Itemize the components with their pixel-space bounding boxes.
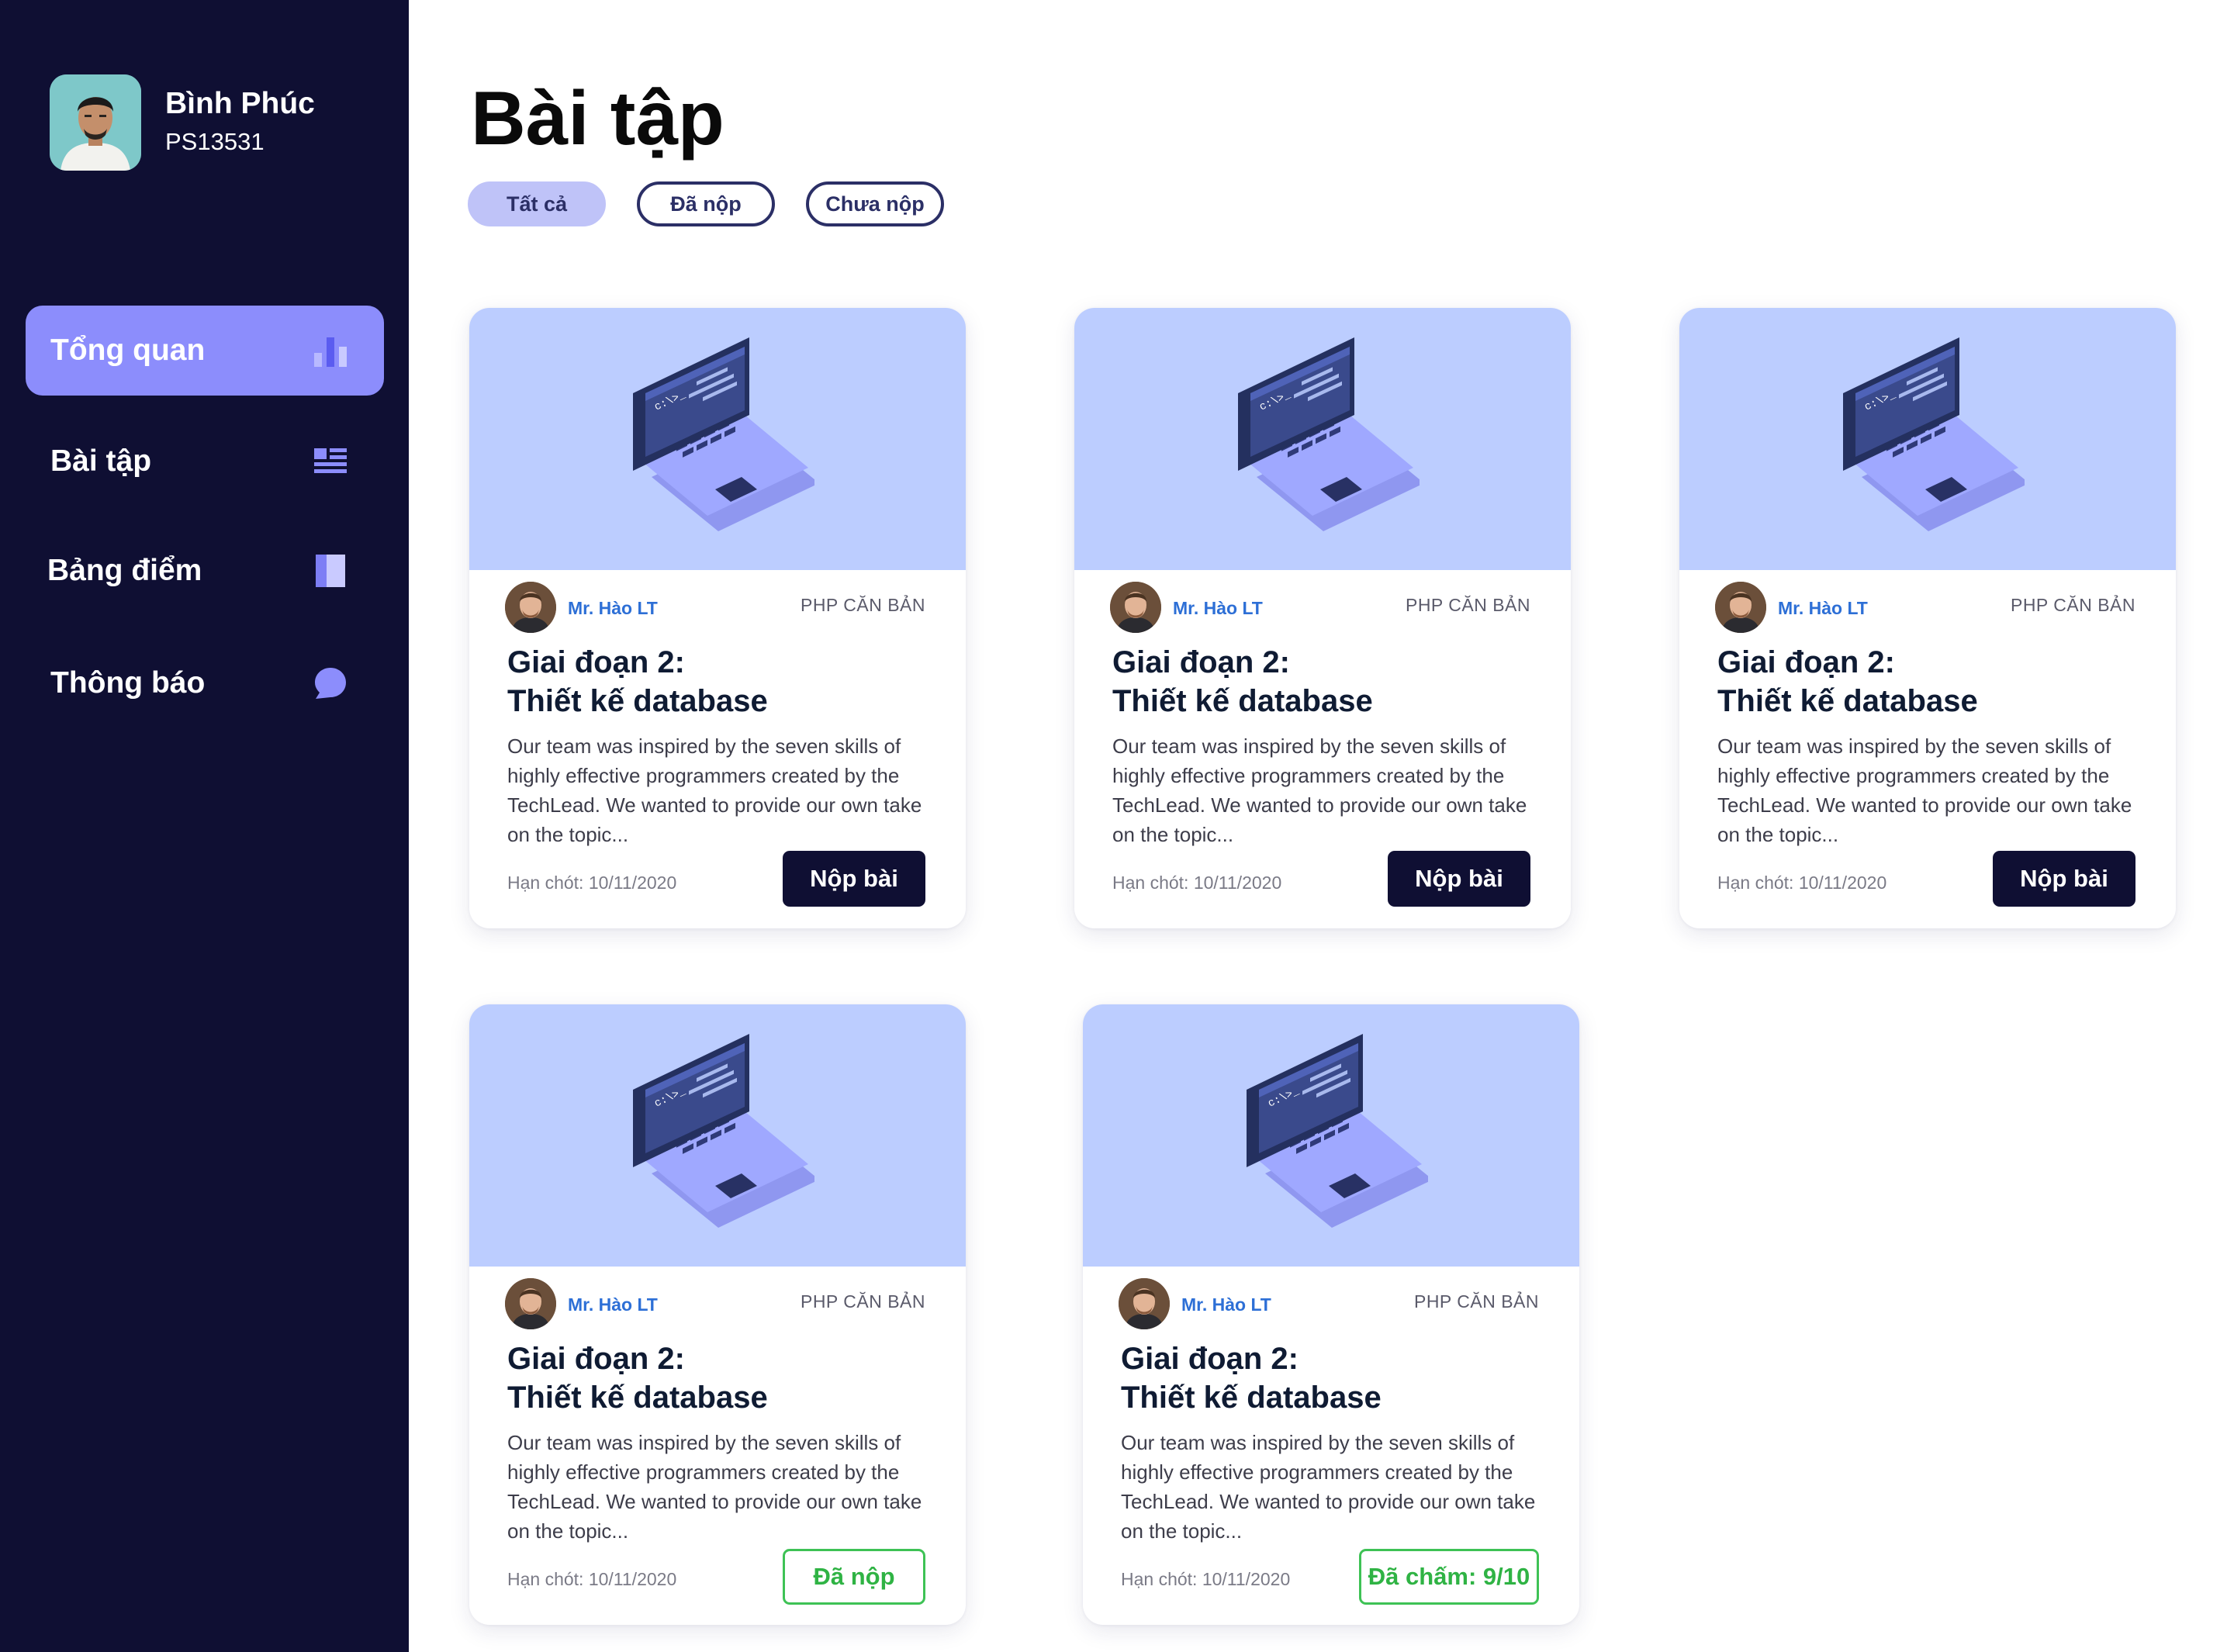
nav-item-assignments[interactable]: Bài tập (26, 416, 384, 506)
assignment-card[interactable]: c:\>_ Mr. Hào LT PHP CĂN BẢN Giai đoạn 2… (1083, 1004, 1579, 1625)
laptop-icon: c:\>_ (1247, 1034, 1428, 1228)
submit-button[interactable]: Nộp bài (1993, 851, 2135, 907)
assignment-title-line2: Thiết kế database (1112, 684, 1373, 718)
graded-status-button[interactable]: Đã chấm: 9/10 (1359, 1549, 1539, 1605)
assignment-card[interactable]: c:\>_ Mr. Hào LT PHP CĂN BẢN Giai đoạn 2… (1679, 308, 2176, 928)
card-illustration: c:\>_ (1074, 308, 1571, 570)
assignment-description: Our team was inspired by the seven skill… (1717, 734, 2132, 846)
assignment-title: Giai đoạn 2: Thiết kế database (507, 1339, 768, 1417)
deadline: Hạn chót: 10/11/2020 (507, 1569, 677, 1589)
submit-button[interactable]: Nộp bài (783, 851, 925, 907)
book-icon (313, 553, 348, 589)
laptop-icon: c:\>_ (1843, 337, 2025, 531)
card-illustration: c:\>_ (469, 308, 966, 570)
teacher-avatar (505, 582, 556, 633)
laptop-icon: c:\>_ (633, 1034, 814, 1228)
teacher-name[interactable]: Mr. Hào LT (568, 1294, 658, 1315)
card-illustration: c:\>_ (1083, 1004, 1579, 1267)
assignment-title: Giai đoạn 2: Thiết kế database (1717, 643, 1978, 721)
filter-not-submitted[interactable]: Chưa nộp (806, 181, 944, 226)
assignment-title-line1: Giai đoạn 2: (507, 645, 685, 679)
assignment-title-line2: Thiết kế database (507, 684, 768, 718)
teacher-avatar (1715, 582, 1766, 633)
laptop-icon: c:\>_ (633, 337, 814, 531)
teacher-avatar (505, 1278, 556, 1329)
assignment-title-line1: Giai đoạn 2: (1121, 1342, 1299, 1376)
assignment-title: Giai đoạn 2: Thiết kế database (1112, 643, 1373, 721)
sidebar: Bình Phúc PS13531 Tổng quan Bài tập Bảng… (0, 0, 409, 1652)
teacher-avatar (1110, 582, 1161, 633)
assignment-description: Our team was inspired by the seven skill… (507, 734, 922, 846)
teacher-name[interactable]: Mr. Hào LT (1778, 598, 1868, 619)
filter-submitted[interactable]: Đã nộp (637, 181, 775, 226)
deadline: Hạn chót: 10/11/2020 (1121, 1569, 1291, 1589)
subject-label: PHP CĂN BẢN (800, 595, 925, 615)
assignment-title-line2: Thiết kế database (1121, 1381, 1382, 1415)
teacher-name[interactable]: Mr. Hào LT (568, 598, 658, 619)
assignment-title-line1: Giai đoạn 2: (1112, 645, 1290, 679)
assignment-title: Giai đoạn 2: Thiết kế database (1121, 1339, 1382, 1417)
user-photo (50, 74, 141, 171)
teacher-name[interactable]: Mr. Hào LT (1181, 1294, 1271, 1315)
nav-item-transcript[interactable]: Bảng điểm (26, 526, 384, 616)
submitted-status-button[interactable]: Đã nộp (783, 1549, 925, 1605)
nav-item-label: Bảng điểm (47, 554, 202, 587)
submit-button[interactable]: Nộp bài (1388, 851, 1530, 907)
subject-label: PHP CĂN BẢN (1405, 595, 1530, 615)
assignment-title-line2: Thiết kế database (507, 1381, 768, 1415)
assignment-title-line1: Giai đoạn 2: (1717, 645, 1895, 679)
assignment-title-line2: Thiết kế database (1717, 684, 1978, 718)
deadline: Hạn chót: 10/11/2020 (1112, 873, 1282, 893)
assignment-description: Our team was inspired by the seven skill… (507, 1431, 922, 1543)
nav-item-overview[interactable]: Tổng quan (26, 306, 384, 396)
teacher-avatar (1119, 1278, 1170, 1329)
nav-item-notifications[interactable]: Thông báo (26, 638, 384, 728)
nav-item-label: Tổng quan (50, 334, 206, 367)
bar-chart-icon (313, 333, 348, 368)
page-title: Bài tập (471, 75, 724, 161)
teacher-name[interactable]: Mr. Hào LT (1173, 598, 1263, 619)
nav-item-label: Thông báo (50, 666, 206, 700)
deadline: Hạn chót: 10/11/2020 (1717, 873, 1887, 893)
card-illustration: c:\>_ (1679, 308, 2176, 570)
laptop-icon: c:\>_ (1238, 337, 1420, 531)
assignment-card[interactable]: c:\>_ Mr. Hào LT PHP CĂN BẢN Giai đoạn 2… (469, 1004, 966, 1625)
user-name: Bình Phúc (165, 87, 315, 120)
user-id: PS13531 (165, 128, 265, 155)
assignment-title: Giai đoạn 2: Thiết kế database (507, 643, 768, 721)
subject-label: PHP CĂN BẢN (800, 1291, 925, 1312)
assignment-description: Our team was inspired by the seven skill… (1121, 1431, 1536, 1543)
subject-label: PHP CĂN BẢN (2010, 595, 2135, 615)
assignment-description: Our team was inspired by the seven skill… (1112, 734, 1527, 846)
filter-all[interactable]: Tất cả (468, 181, 606, 226)
user-avatar[interactable] (50, 74, 141, 171)
assignment-card[interactable]: c:\>_ Mr. Hào LT PHP CĂN BẢN Giai đoạn 2… (1074, 308, 1571, 928)
chat-bubble-icon (313, 665, 348, 701)
list-icon (313, 444, 348, 479)
subject-label: PHP CĂN BẢN (1413, 1291, 1539, 1312)
deadline: Hạn chót: 10/11/2020 (507, 873, 677, 893)
assignment-card[interactable]: c:\>_ Mr. Hào LT PHP CĂN BẢN Giai đoạn 2… (469, 308, 966, 928)
assignment-title-line1: Giai đoạn 2: (507, 1342, 685, 1376)
card-illustration: c:\>_ (469, 1004, 966, 1267)
nav-item-label: Bài tập (50, 444, 152, 478)
